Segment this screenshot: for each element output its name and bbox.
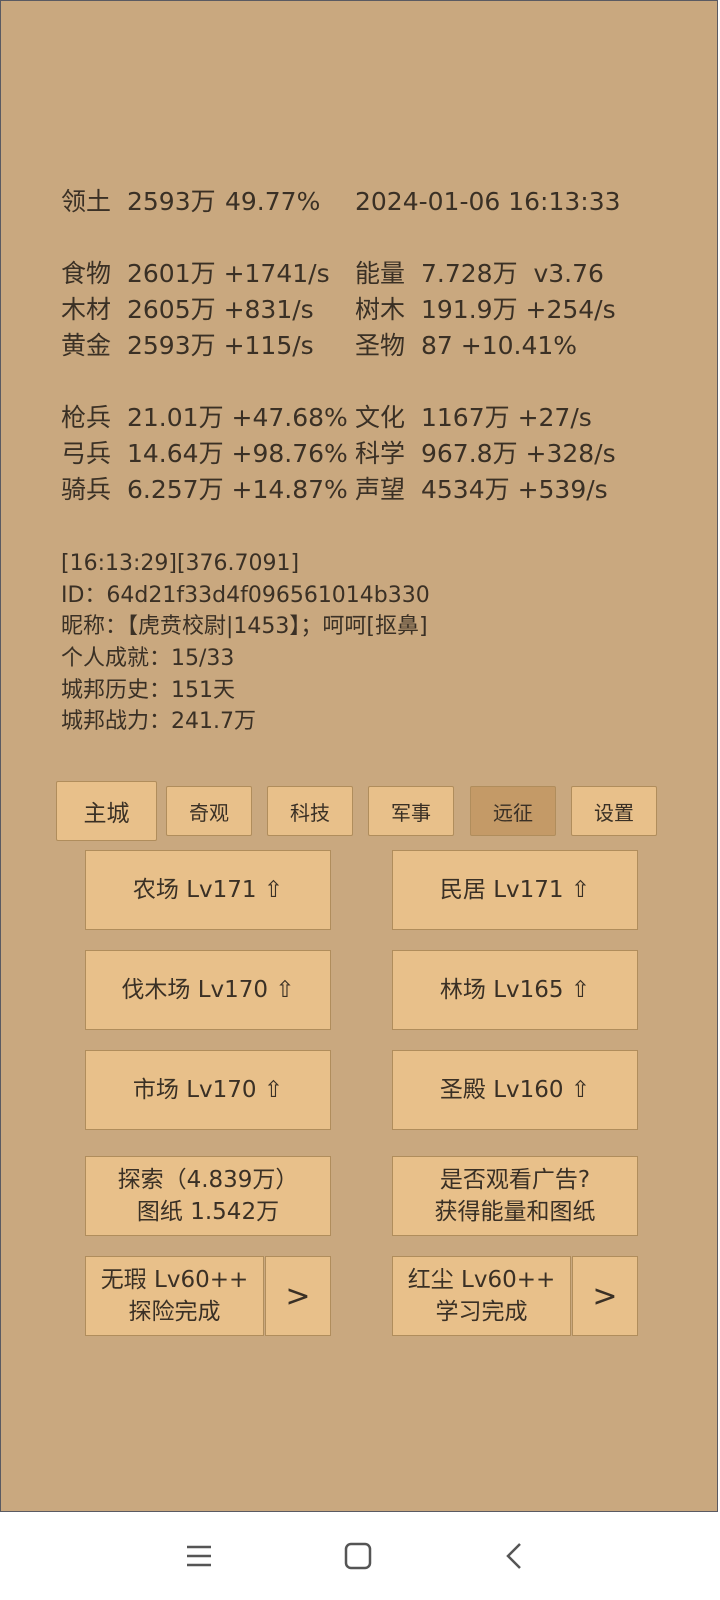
market-upgrade-button[interactable]: 市场 Lv170 ⇧ bbox=[85, 1050, 331, 1130]
ad-line2: 获得能量和图纸 bbox=[434, 1199, 596, 1225]
hero2-line2: 学习完成 bbox=[435, 1299, 528, 1325]
game-panel: 领土 2593万 49.77% 2024-01-06 16:13:33 食物 2… bbox=[0, 0, 718, 1512]
gold-value: 2593万 +115/s bbox=[127, 331, 314, 360]
temple-upgrade-button[interactable]: 圣殿 Lv160 ⇧ bbox=[392, 1050, 638, 1130]
territory-percent: 49.77% bbox=[225, 187, 321, 216]
player-id: ID：64d21f33d4f096561014b330 bbox=[61, 583, 430, 608]
home-icon[interactable] bbox=[328, 1512, 388, 1600]
archer-label: 弓兵 bbox=[61, 439, 112, 468]
tab-wonders[interactable]: 奇观 bbox=[166, 786, 252, 836]
explore-line1: 探索（4.839万） bbox=[117, 1167, 299, 1193]
city-power: 城邦战力：241.7万 bbox=[61, 709, 256, 734]
system-nav-bar bbox=[0, 1512, 720, 1600]
tab-expedition[interactable]: 远征 bbox=[470, 786, 556, 836]
log-text: [16:13:29][376.7091] bbox=[61, 551, 300, 576]
hero2-line1: 红尘 Lv60++ bbox=[407, 1267, 556, 1293]
forest-upgrade-button[interactable]: 林场 Lv165 ⇧ bbox=[392, 950, 638, 1030]
archer-value: 14.64万 +98.76% bbox=[127, 439, 348, 468]
achievements: 个人成就：15/33 bbox=[61, 646, 235, 671]
city-history: 城邦历史：151天 bbox=[61, 678, 235, 703]
wood-label: 木材 bbox=[61, 295, 112, 324]
back-icon[interactable] bbox=[485, 1512, 545, 1600]
food-label: 食物 bbox=[61, 259, 112, 288]
cavalry-value: 6.257万 +14.87% bbox=[127, 475, 348, 504]
culture-label: 文化 bbox=[355, 403, 406, 432]
hero-wuxia-button[interactable]: 无瑕 Lv60++ 探险完成 bbox=[85, 1256, 264, 1336]
energy-label: 能量 bbox=[355, 259, 406, 288]
science-label: 科学 bbox=[355, 439, 406, 468]
tree-value: 191.9万 +254/s bbox=[421, 295, 616, 324]
prestige-value: 4534万 +539/s bbox=[421, 475, 608, 504]
wood-value: 2605万 +831/s bbox=[127, 295, 314, 324]
spearman-label: 枪兵 bbox=[61, 403, 112, 432]
spearman-value: 21.01万 +47.68% bbox=[127, 403, 348, 432]
explore-line2: 图纸 1.542万 bbox=[136, 1199, 280, 1225]
datetime: 2024-01-06 16:13:33 bbox=[355, 187, 621, 216]
ad-line1: 是否观看广告? bbox=[439, 1167, 591, 1193]
house-upgrade-button[interactable]: 民居 Lv171 ⇧ bbox=[392, 850, 638, 930]
relic-label: 圣物 bbox=[355, 331, 406, 360]
gold-label: 黄金 bbox=[61, 331, 112, 360]
science-value: 967.8万 +328/s bbox=[421, 439, 616, 468]
explore-button[interactable]: 探索（4.839万） 图纸 1.542万 bbox=[85, 1156, 331, 1236]
tab-settings[interactable]: 设置 bbox=[571, 786, 657, 836]
territory-value: 2593万 bbox=[127, 187, 216, 216]
hero-hongchen-button[interactable]: 红尘 Lv60++ 学习完成 bbox=[392, 1256, 571, 1336]
menu-icon[interactable] bbox=[169, 1512, 229, 1600]
hero2-next-button[interactable]: > bbox=[572, 1256, 638, 1336]
tab-main-city[interactable]: 主城 bbox=[56, 781, 157, 841]
prestige-label: 声望 bbox=[355, 475, 406, 504]
relic-value: 87 +10.41% bbox=[421, 331, 578, 360]
nickname: 昵称：【虎贲校尉|1453】；呵呵[抠鼻] bbox=[61, 614, 428, 639]
cavalry-label: 骑兵 bbox=[61, 475, 112, 504]
hero1-next-button[interactable]: > bbox=[265, 1256, 331, 1336]
hero1-line2: 探险完成 bbox=[128, 1299, 221, 1325]
tab-military[interactable]: 军事 bbox=[368, 786, 454, 836]
lumber-upgrade-button[interactable]: 伐木场 Lv170 ⇧ bbox=[85, 950, 331, 1030]
hero1-line1: 无瑕 Lv60++ bbox=[100, 1267, 249, 1293]
culture-value: 1167万 +27/s bbox=[421, 403, 592, 432]
food-value: 2601万 +1741/s bbox=[127, 259, 330, 288]
territory-label: 领土 bbox=[61, 187, 112, 216]
farm-upgrade-button[interactable]: 农场 Lv171 ⇧ bbox=[85, 850, 331, 930]
tab-tech[interactable]: 科技 bbox=[267, 786, 353, 836]
watch-ad-button[interactable]: 是否观看广告? 获得能量和图纸 bbox=[392, 1156, 638, 1236]
energy-value: 7.728万 v3.76 bbox=[421, 259, 604, 288]
tree-label: 树木 bbox=[355, 295, 406, 324]
